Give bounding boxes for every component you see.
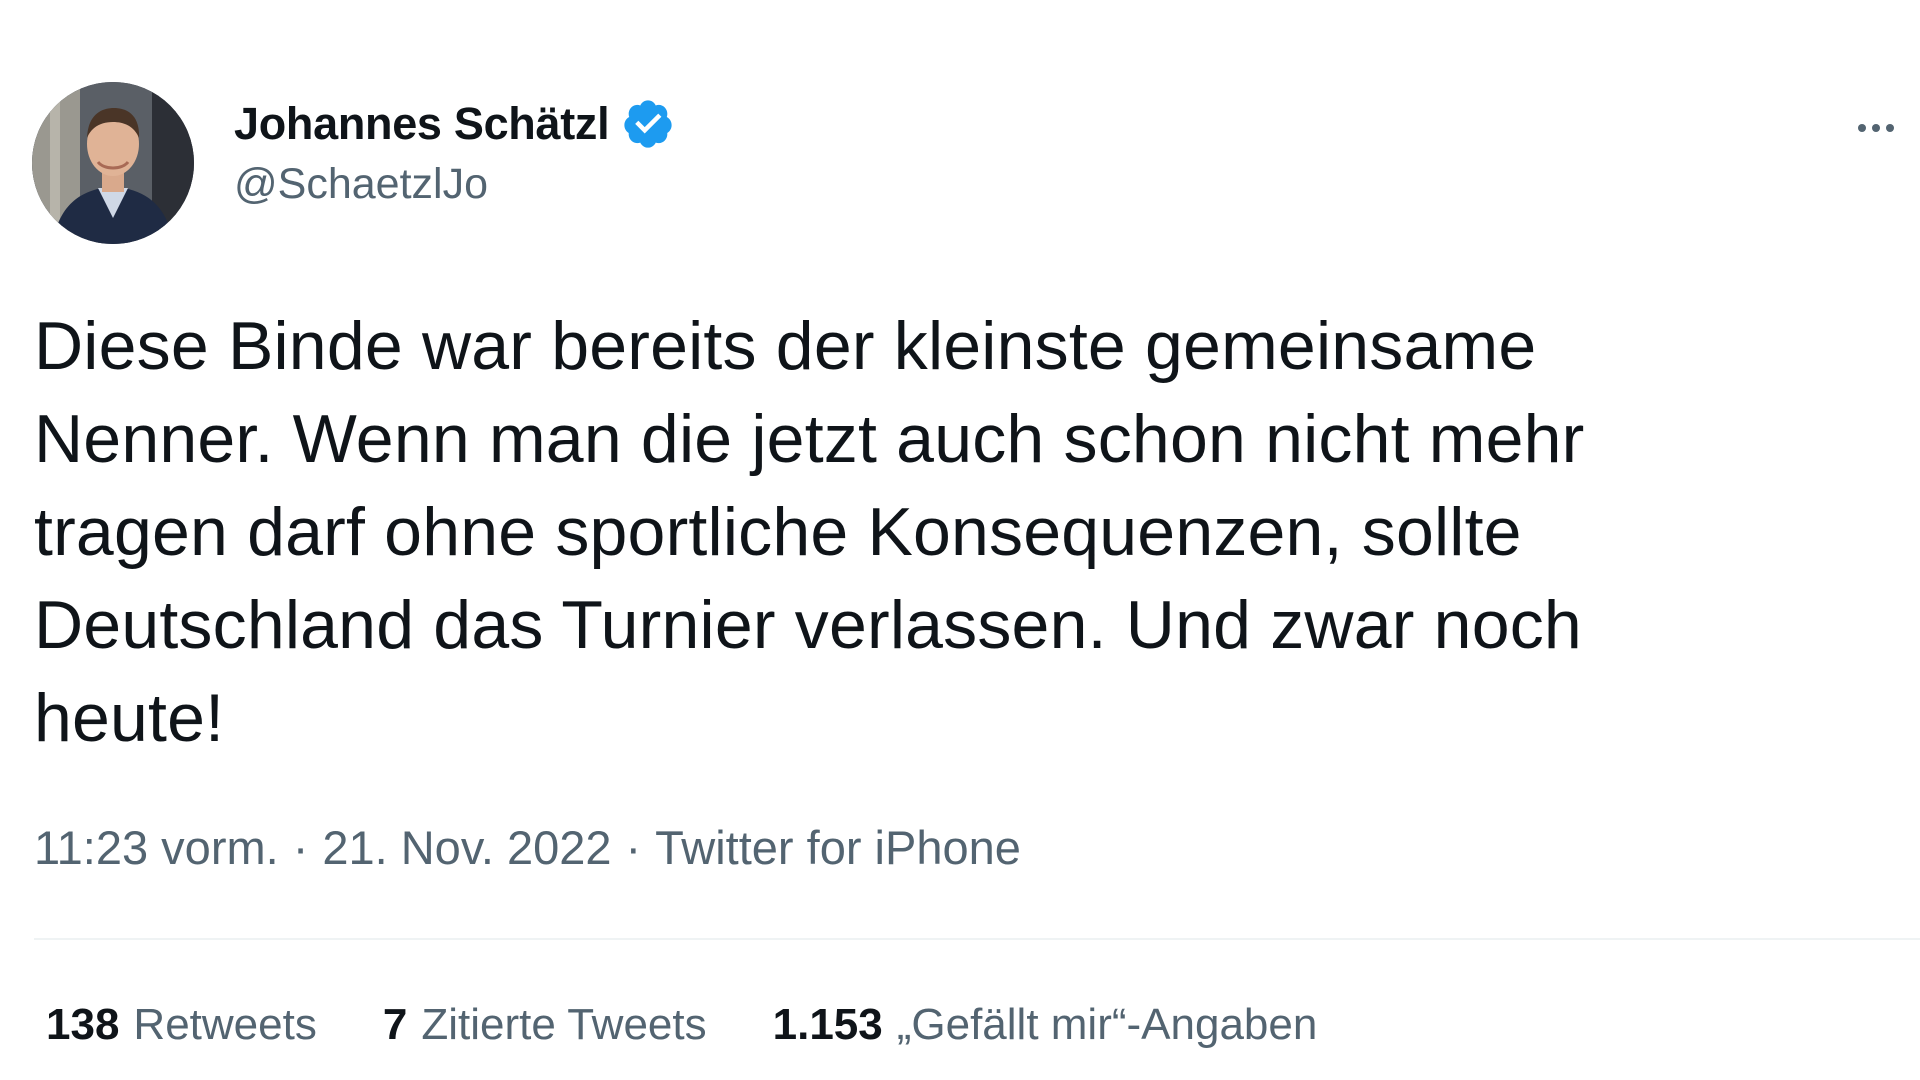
verified-badge-icon[interactable] xyxy=(621,97,675,151)
tweet-meta: 11:23 vorm. · 21. Nov. 2022 · Twitter fo… xyxy=(34,820,1021,875)
retweets-label: Retweets xyxy=(133,1000,317,1049)
quote-tweets-count: 7 xyxy=(382,1000,408,1049)
tweet-date-link[interactable]: 21. Nov. 2022 xyxy=(322,820,611,875)
retweets-count: 138 xyxy=(46,1000,120,1049)
author-handle[interactable]: @SchaetzlJo xyxy=(234,160,675,209)
more-options-button[interactable] xyxy=(1838,98,1914,158)
more-horizontal-icon xyxy=(1855,124,1897,132)
tweet-detail: Johannes Schätzl @SchaetzlJo Diese Binde… xyxy=(0,0,1920,1080)
likes-stat[interactable]: 1.153 „Gefällt mir“-Angaben xyxy=(773,1000,1318,1050)
tweet-source-link[interactable]: Twitter for iPhone xyxy=(655,820,1021,875)
author-block: Johannes Schätzl @SchaetzlJo xyxy=(234,96,675,209)
display-name[interactable]: Johannes Schätzl xyxy=(234,98,610,150)
avatar[interactable] xyxy=(32,82,194,244)
quote-tweets-stat[interactable]: 7 Zitierte Tweets xyxy=(383,1000,707,1050)
retweets-stat[interactable]: 138 Retweets xyxy=(46,1000,317,1050)
tweet-text: Diese Binde war bereits der kleinste gem… xyxy=(34,308,1585,756)
quote-tweets-label: Zitierte Tweets xyxy=(421,1000,707,1049)
author-name-row: Johannes Schätzl xyxy=(234,96,675,152)
divider xyxy=(34,938,1920,940)
tweet-stats: 138 Retweets 7 Zitierte Tweets 1.153 „Ge… xyxy=(46,1000,1383,1050)
likes-count: 1.153 xyxy=(772,1000,883,1049)
likes-label: „Gefällt mir“-Angaben xyxy=(896,1000,1318,1049)
meta-separator: · xyxy=(625,821,642,874)
meta-separator: · xyxy=(292,821,309,874)
tweet-time-link[interactable]: 11:23 vorm. xyxy=(34,820,279,875)
avatar-photo xyxy=(32,82,194,244)
